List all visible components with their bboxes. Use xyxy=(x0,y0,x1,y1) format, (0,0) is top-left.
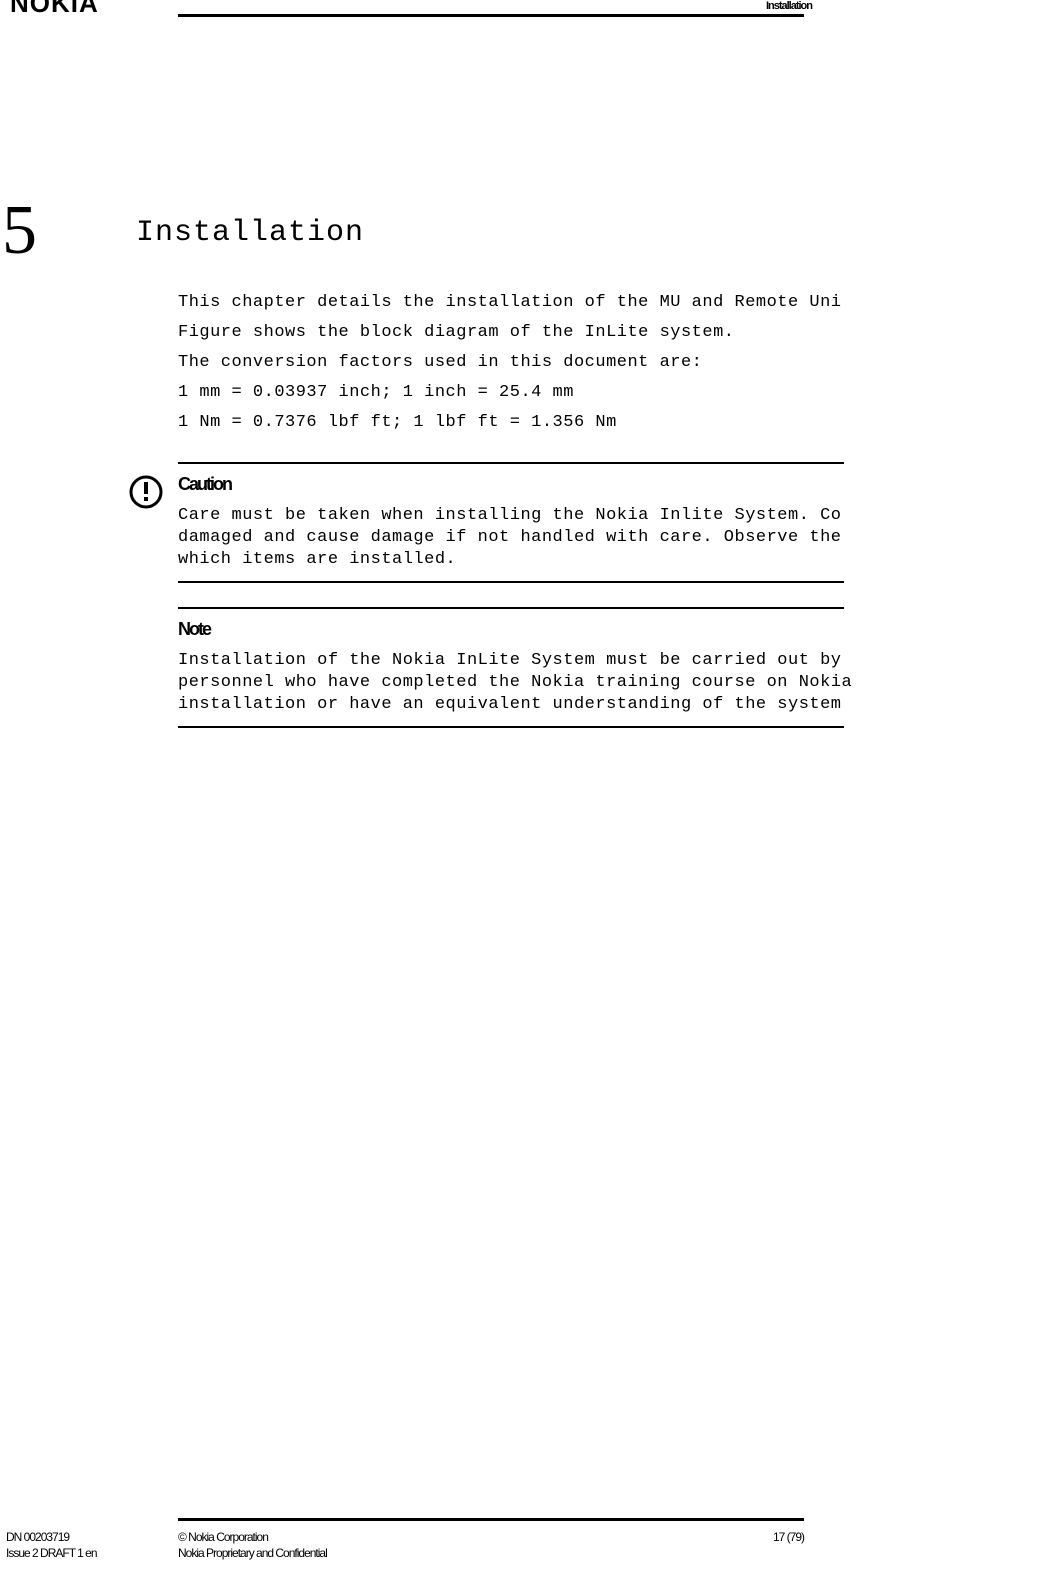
caution-rule-top xyxy=(178,462,844,464)
footer-rule xyxy=(178,1518,804,1521)
note-rule-bottom xyxy=(178,726,844,728)
caution-icon xyxy=(128,474,164,510)
body-line-1: This chapter details the installation of… xyxy=(178,288,1062,318)
chapter-number: 5 xyxy=(2,196,37,266)
header-section-label: Installation xyxy=(766,0,812,12)
caution-line-3: which items are installed. xyxy=(178,549,1062,571)
header-rule xyxy=(178,14,804,17)
chapter-title: Installation xyxy=(136,216,364,250)
footer-dn: DN 00203719 xyxy=(6,1530,69,1544)
footer-confidential: Nokia Proprietary and Confidential xyxy=(178,1546,327,1560)
body-line-3: The conversion factors used in this docu… xyxy=(178,348,1062,378)
nokia-logo: NOKIA xyxy=(10,0,99,19)
body-line-2: Figure shows the block diagram of the In… xyxy=(178,318,1062,348)
body-line-5: 1 Nm = 0.7376 lbf ft; 1 lbf ft = 1.356 N… xyxy=(178,408,1062,438)
note-rule-top xyxy=(178,607,844,609)
caution-heading: Caution xyxy=(178,474,1062,495)
body-line-4: 1 mm = 0.03937 inch; 1 inch = 25.4 mm xyxy=(178,378,1062,408)
note-line-3: installation or have an equivalent under… xyxy=(178,694,1062,716)
caution-rule-bottom xyxy=(178,581,844,583)
footer-issue: Issue 2 DRAFT 1 en xyxy=(6,1546,97,1560)
note-line-2: personnel who have completed the Nokia t… xyxy=(178,672,1062,694)
note-heading: Note xyxy=(178,619,1062,640)
caution-line-2: damaged and cause damage if not handled … xyxy=(178,527,1062,549)
caution-line-1: Care must be taken when installing the N… xyxy=(178,505,1062,527)
footer-page-number: 17 (79) xyxy=(773,1530,804,1544)
footer-copyright: © Nokia Corporation xyxy=(178,1530,268,1544)
note-line-1: Installation of the Nokia InLite System … xyxy=(178,650,1062,672)
